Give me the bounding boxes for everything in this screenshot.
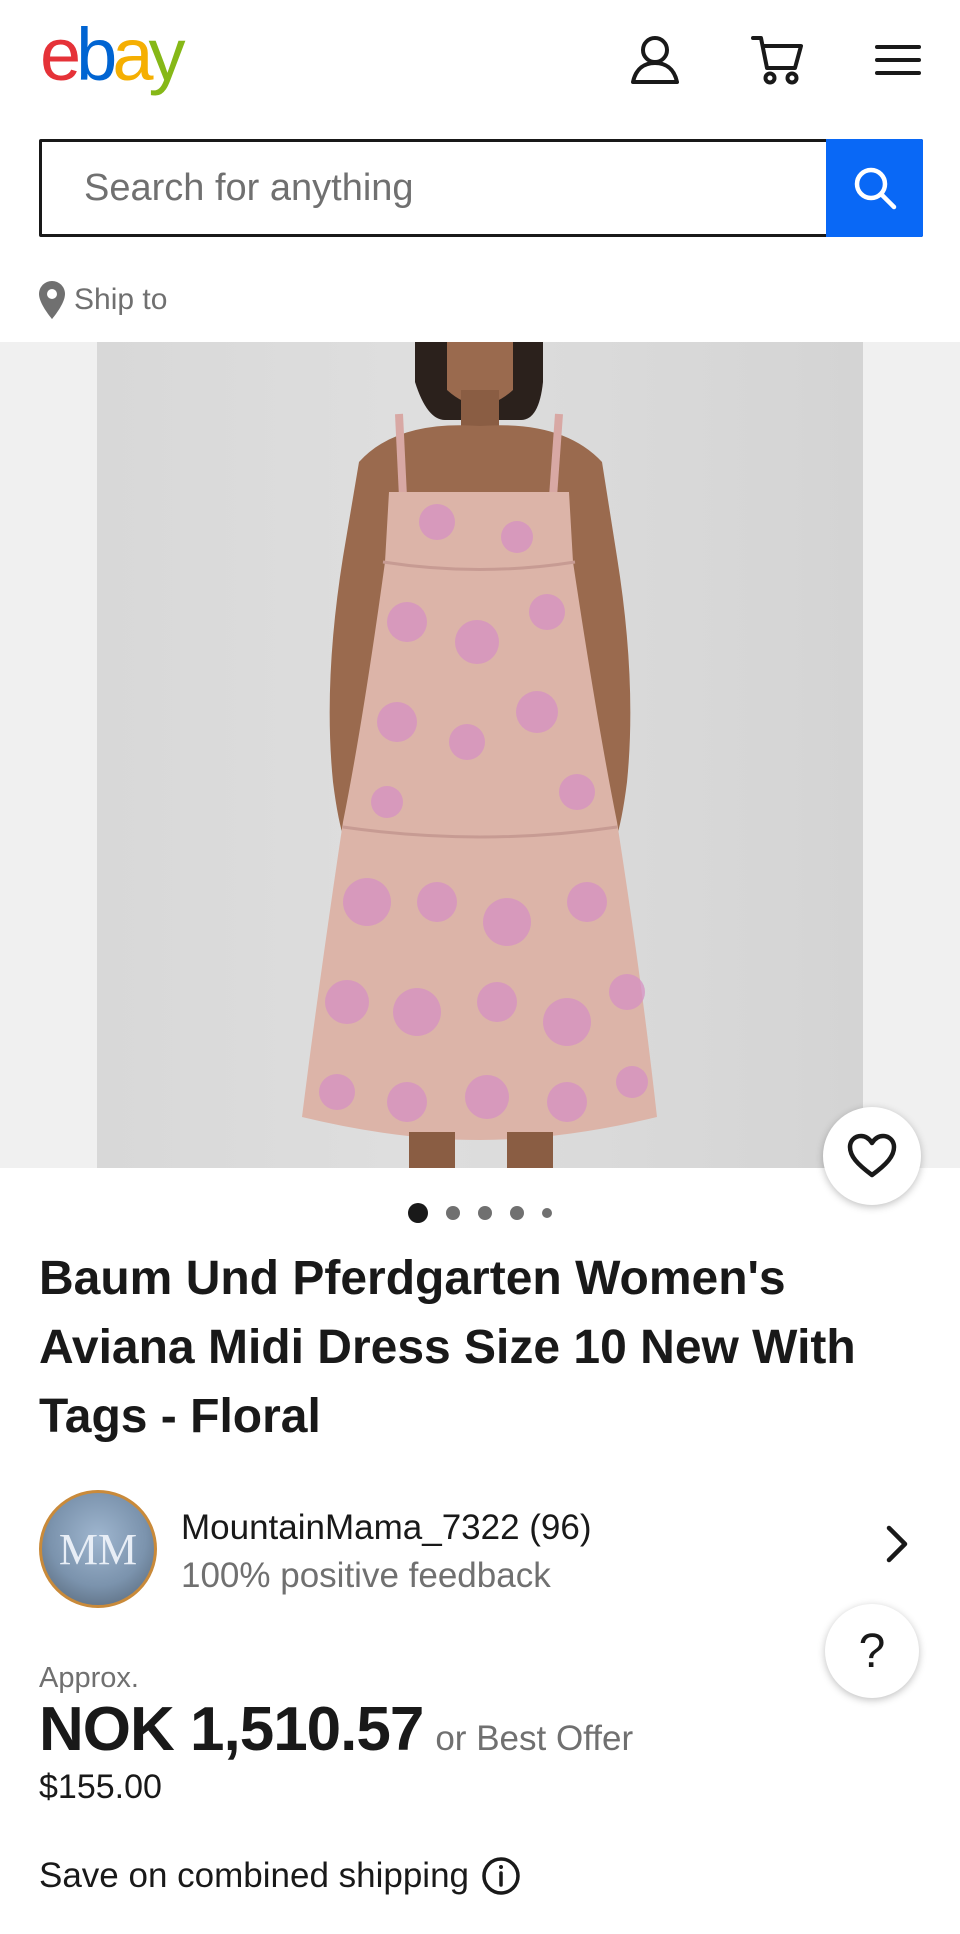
- listing-title: Baum Und Pferdgarten Women's Aviana Midi…: [39, 1252, 856, 1443]
- header: ebay: [0, 0, 960, 125]
- combined-shipping-label: Save on combined shipping: [39, 1856, 470, 1895]
- ship-to-label: Ship to: [74, 283, 168, 316]
- search-input[interactable]: [42, 142, 826, 234]
- heart-icon: [847, 1133, 897, 1178]
- location-pin-icon: [39, 281, 65, 319]
- cart-icon[interactable]: [748, 30, 808, 90]
- search-bar: [39, 139, 923, 237]
- pagination-dot[interactable]: [408, 1203, 428, 1223]
- seller-feedback: 100% positive feedback: [181, 1556, 551, 1595]
- user-icon[interactable]: [625, 30, 685, 90]
- search-icon: [854, 167, 896, 210]
- approx-label: Approx.: [39, 1662, 139, 1694]
- seller-name: MountainMama_7322 (96): [181, 1508, 592, 1547]
- watchlist-heart-button[interactable]: [823, 1107, 921, 1205]
- gallery-pagination: [0, 1203, 960, 1223]
- seller-avatar: MM: [39, 1490, 157, 1608]
- ebay-logo[interactable]: ebay: [40, 18, 185, 92]
- best-offer-label: or Best Offer: [435, 1719, 634, 1758]
- pagination-dot[interactable]: [478, 1206, 492, 1220]
- avatar-initials: MM: [58, 1524, 138, 1574]
- price-row: NOK 1,510.57 or Best Offer: [39, 1694, 633, 1765]
- pagination-dot[interactable]: [542, 1208, 552, 1218]
- pagination-dot[interactable]: [446, 1206, 460, 1220]
- chevron-right-icon: [886, 1525, 908, 1563]
- help-button[interactable]: ?: [825, 1604, 919, 1698]
- search-button[interactable]: [826, 139, 923, 237]
- price-amount: NOK 1,510.57: [39, 1695, 424, 1764]
- menu-icon[interactable]: [868, 30, 928, 90]
- seller-card[interactable]: MM MountainMama_7322 (96) 100% positive …: [39, 1490, 919, 1608]
- ship-to[interactable]: Ship to: [38, 280, 167, 320]
- info-icon[interactable]: [481, 1856, 521, 1896]
- image-gallery[interactable]: [0, 342, 960, 1168]
- pagination-dot[interactable]: [510, 1206, 524, 1220]
- combined-shipping[interactable]: Save on combined shipping: [39, 1856, 521, 1896]
- product-photo[interactable]: [97, 342, 863, 1168]
- original-price: $155.00: [39, 1768, 162, 1806]
- help-label: ?: [858, 1624, 886, 1678]
